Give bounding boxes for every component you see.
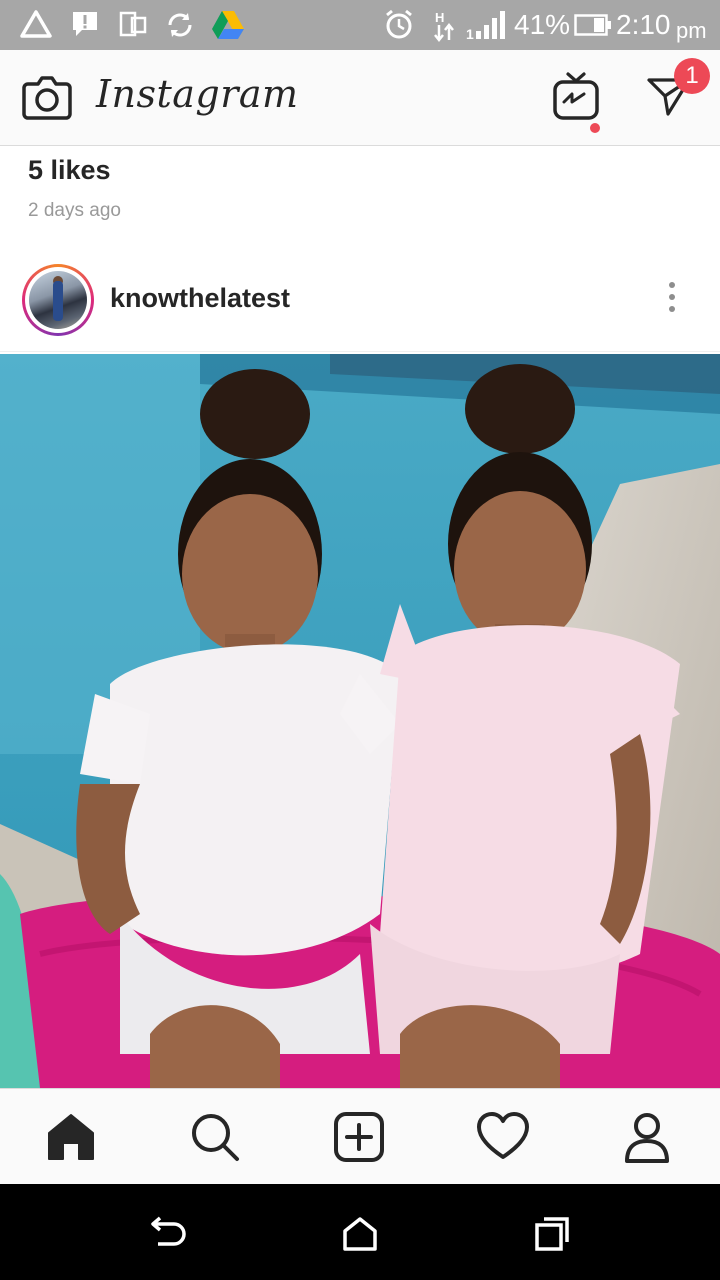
svg-text:1: 1 — [466, 26, 474, 41]
add-post-icon[interactable] — [331, 1109, 387, 1165]
igtv-notification-dot — [588, 121, 602, 135]
svg-text:H: H — [435, 10, 444, 25]
clock-time: 2:10 — [616, 9, 671, 40]
home-button-icon[interactable] — [340, 1214, 380, 1254]
profile-icon[interactable] — [619, 1109, 675, 1165]
data-transfer-icon: H — [434, 10, 454, 43]
more-options-icon[interactable] — [658, 282, 686, 318]
camera-icon[interactable] — [22, 74, 72, 120]
battery-icon — [574, 14, 611, 36]
clock-ampm: pm — [676, 18, 707, 43]
bottom-nav — [0, 1088, 720, 1184]
dual-screen-icon — [119, 11, 147, 37]
alert-message-icon — [73, 12, 97, 36]
avatar-photo — [29, 271, 87, 329]
back-icon[interactable] — [148, 1214, 188, 1254]
post-photo[interactable] — [0, 354, 720, 1088]
battery-percent: 41% — [514, 9, 571, 40]
search-icon[interactable] — [187, 1109, 243, 1165]
sync-icon — [168, 13, 192, 37]
post-header: knowthelatest — [0, 246, 720, 352]
likes-count[interactable]: 5 likes — [28, 155, 111, 186]
app-header: Instagram 1 — [0, 50, 720, 146]
post-photo-illustration — [0, 354, 720, 1088]
igtv-icon[interactable] — [552, 70, 600, 122]
post-timestamp: 2 days ago — [28, 200, 121, 221]
avatar[interactable] — [22, 264, 94, 336]
status-bar: H 1 41% 2:10 pm — [0, 0, 720, 50]
signal-icon: 1 — [466, 11, 505, 41]
recents-icon[interactable] — [532, 1214, 572, 1254]
system-nav-bar — [0, 1184, 720, 1280]
heart-icon[interactable] — [475, 1109, 531, 1165]
warning-triangle-icon — [20, 10, 52, 38]
post-username[interactable]: knowthelatest — [110, 283, 290, 314]
dm-badge: 1 — [674, 58, 710, 94]
alarm-icon — [386, 9, 412, 39]
app-logo: Instagram — [96, 72, 299, 116]
drive-icon — [212, 11, 244, 39]
home-icon[interactable] — [43, 1109, 99, 1165]
